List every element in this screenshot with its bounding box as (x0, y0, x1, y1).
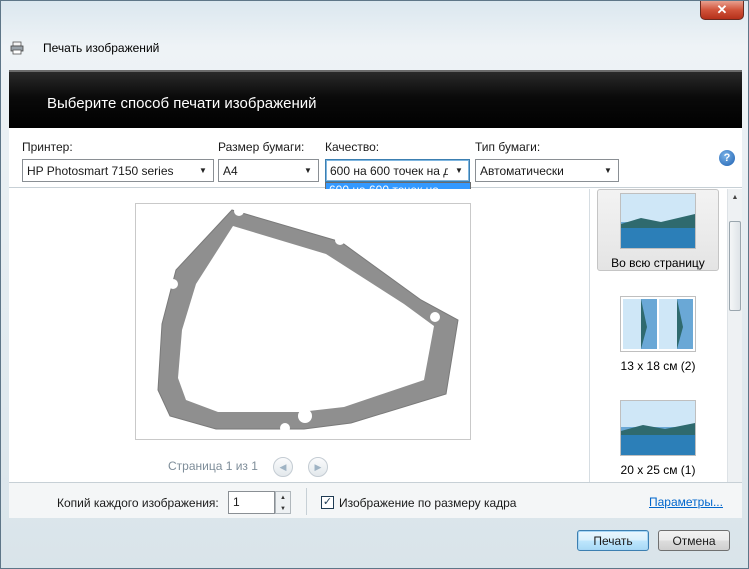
printer-select-value: HP Photosmart 7150 series (27, 163, 174, 178)
copies-bar: Копий каждого изображения: 1 ▲ ▼ ✓ Изобр… (9, 482, 742, 518)
paper-size-select[interactable]: A4 ▼ (218, 159, 319, 182)
copies-spinner[interactable]: ▲ ▼ (275, 491, 291, 514)
printer-icon (10, 41, 24, 55)
layout-thumbnail (620, 296, 696, 352)
quality-select[interactable]: 600 на 600 точек на дюйм ▼ (325, 159, 470, 182)
print-button[interactable]: Печать (577, 530, 649, 551)
paper-type-select[interactable]: Автоматически ▼ (475, 159, 619, 182)
window-title: Печать изображений (43, 41, 160, 55)
print-pictures-window: Печать изображений ✕ Выберите способ печ… (0, 0, 749, 569)
layout-item[interactable]: Во всю страницу (597, 189, 719, 271)
chevron-down-icon: ▼ (304, 166, 312, 175)
layout-thumbnail (620, 400, 696, 456)
quality-label: Качество: (325, 140, 380, 154)
copies-label: Копий каждого изображения: (57, 496, 219, 510)
spin-down-icon[interactable]: ▼ (276, 503, 290, 514)
options-link[interactable]: Параметры... (649, 495, 723, 509)
scroll-up-icon[interactable]: ▲ (728, 190, 742, 204)
fit-picture-label: Изображение по размеру кадра (339, 496, 517, 510)
layout-thumbnail (620, 193, 696, 249)
layout-list: Во всю страницу 13 x 18 см (2) 20 x 25 с… (589, 189, 727, 482)
layout-label: Во всю страницу (611, 256, 705, 270)
layout-item[interactable]: 20 x 25 см (1) (597, 397, 719, 479)
layout-label: 20 x 25 см (1) (620, 463, 696, 477)
previous-page-button[interactable]: ◀ (273, 457, 293, 477)
main-content: Принтер: HP Photosmart 7150 series ▼ Раз… (9, 128, 742, 482)
scrollbar-thumb[interactable] (729, 221, 741, 311)
next-page-button[interactable]: ▶ (308, 457, 328, 477)
paper-type-label: Тип бумаги: (475, 140, 541, 154)
chevron-down-icon: ▼ (455, 166, 463, 175)
layout-label: 13 x 18 см (2) (620, 359, 696, 373)
close-button[interactable]: ✕ (700, 1, 744, 20)
print-options-row: Принтер: HP Photosmart 7150 series ▼ Раз… (9, 128, 742, 212)
page-counter: Страница 1 из 1 (168, 459, 258, 473)
chevron-down-icon: ▼ (199, 166, 207, 175)
copies-input[interactable]: 1 (228, 491, 275, 514)
title-bar: Печать изображений ✕ (1, 1, 748, 65)
preview-area: Страница 1 из 1 ◀ ▶ (9, 189, 586, 482)
divider (306, 488, 307, 515)
help-icon[interactable]: ? (719, 150, 735, 166)
paper-size-label: Размер бумаги: (218, 140, 305, 154)
spin-up-icon[interactable]: ▲ (276, 492, 290, 503)
page-preview (135, 203, 471, 440)
cancel-button[interactable]: Отмена (658, 530, 730, 551)
gasket-image (157, 206, 459, 433)
chevron-down-icon: ▼ (604, 166, 612, 175)
paper-size-value: A4 (223, 163, 238, 178)
quality-select-value: 600 на 600 точек на дюйм (330, 163, 448, 178)
dialog-footer: Печать Отмена (1, 519, 748, 569)
layout-scrollbar[interactable]: ▲ (727, 189, 742, 482)
banner-heading: Выберите способ печати изображений (47, 95, 317, 112)
paper-type-value: Автоматически (480, 163, 564, 178)
arrow-right-icon: ▶ (314, 461, 322, 472)
banner: Выберите способ печати изображений (9, 70, 742, 128)
layout-item[interactable]: 13 x 18 см (2) (597, 293, 719, 375)
arrow-left-icon: ◀ (279, 461, 287, 472)
fit-picture-checkbox[interactable]: ✓ (321, 496, 334, 509)
printer-select[interactable]: HP Photosmart 7150 series ▼ (22, 159, 214, 182)
printer-label: Принтер: (22, 140, 73, 154)
